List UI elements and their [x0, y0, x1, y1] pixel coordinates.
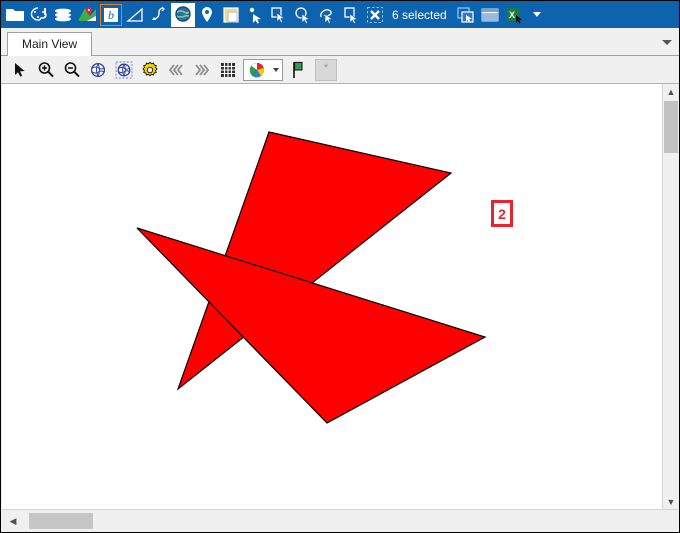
style-palette-icon[interactable]: [27, 3, 51, 27]
measure-angle-icon[interactable]: [123, 3, 147, 27]
horizontal-scrollbar[interactable]: ◀: [2, 509, 679, 531]
map-canvas[interactable]: 2 y x z 200km: [2, 84, 664, 510]
note-window-icon[interactable]: [219, 3, 243, 27]
zoom-out-icon[interactable]: [59, 58, 85, 82]
basemap-icon[interactable]: [75, 3, 99, 27]
select-rectangle-icon[interactable]: [267, 3, 291, 27]
select-point-icon[interactable]: [243, 3, 267, 27]
globe-icon[interactable]: [171, 2, 195, 27]
attribute-table-icon[interactable]: [478, 3, 502, 27]
horizontal-scrollbar-thumb[interactable]: [29, 513, 93, 529]
svg-text:b: b: [108, 8, 114, 22]
view-toolbar: *: [1, 56, 679, 84]
tab-overflow-chevron-down-icon[interactable]: [661, 36, 673, 48]
zoom-in-icon[interactable]: [33, 58, 59, 82]
next-view-icon[interactable]: [189, 58, 215, 82]
trace-path-icon[interactable]: [147, 3, 171, 27]
scroll-down-arrow-icon[interactable]: ▼: [663, 494, 679, 510]
zoom-selection-icon[interactable]: [111, 58, 137, 82]
palette-chevron-down-icon[interactable]: [272, 67, 279, 72]
bookmark-flag-icon[interactable]: [285, 58, 311, 82]
application-window: b 6 selected X Main View * 2 ▲ ▼ ◀: [0, 0, 680, 533]
tab-main-view[interactable]: Main View: [7, 32, 93, 56]
tab-strip: Main View: [1, 28, 679, 56]
vertical-scrollbar-thumb[interactable]: [664, 101, 678, 153]
map-pin-icon[interactable]: [195, 3, 219, 27]
prev-view-icon[interactable]: [163, 58, 189, 82]
zoom-extent-icon[interactable]: [85, 58, 111, 82]
color-palette-combo[interactable]: [243, 58, 283, 81]
chevron-down-icon[interactable]: [526, 3, 548, 27]
layers-icon[interactable]: [51, 3, 75, 27]
select-lasso-icon[interactable]: [315, 3, 339, 27]
bookmark-b-icon[interactable]: b: [99, 3, 123, 27]
star-of-david-polygon[interactable]: [2, 84, 664, 510]
scroll-up-arrow-icon[interactable]: ▲: [663, 84, 679, 100]
select-circle-icon[interactable]: [291, 3, 315, 27]
main-toolbar: b 6 selected X: [1, 1, 679, 28]
selection-window-icon[interactable]: [454, 3, 478, 27]
extra-tool-button[interactable]: *: [315, 58, 337, 81]
clear-selection-icon[interactable]: [363, 3, 387, 27]
open-folder-icon[interactable]: [3, 3, 27, 27]
vertical-scrollbar[interactable]: ▲ ▼: [662, 84, 678, 510]
svg-text:X: X: [509, 10, 515, 20]
entity-number-badge: 2: [491, 200, 513, 227]
scroll-left-arrow-icon[interactable]: ◀: [5, 513, 21, 529]
grid-toggle-icon[interactable]: [215, 58, 241, 82]
view-settings-icon[interactable]: [137, 58, 163, 82]
select-box-icon[interactable]: [339, 3, 363, 27]
selection-count-label: 6 selected: [392, 7, 447, 22]
pointer-tool-icon[interactable]: [7, 58, 33, 82]
export-excel-icon[interactable]: X: [502, 3, 526, 27]
